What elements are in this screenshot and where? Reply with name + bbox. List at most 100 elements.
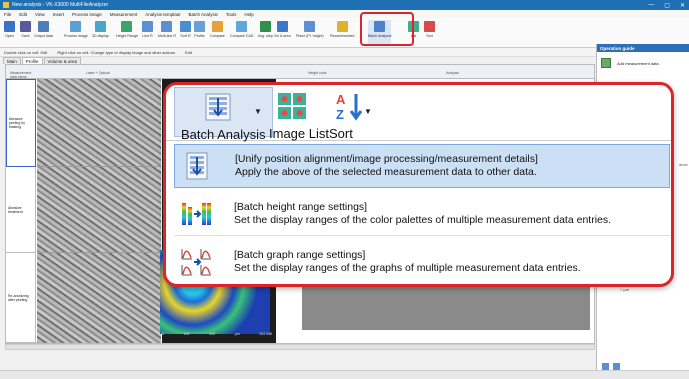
app-icon: [3, 2, 9, 8]
colormap-axis: 0 100 200 μm 202.348: [162, 332, 272, 336]
avg-step-icon: [259, 21, 271, 32]
save-icon: [20, 21, 31, 32]
recommended-icon: [336, 21, 348, 32]
output-data-icon: [37, 21, 49, 32]
maximize-button[interactable]: ▢: [664, 2, 670, 9]
microscope-image-3[interactable]: [37, 253, 161, 343]
guide-nav-arrows: [602, 363, 620, 370]
open-button[interactable]: Open: [4, 20, 15, 46]
profile-icon: [194, 21, 205, 32]
horizontal-scrollbar[interactable]: [5, 344, 595, 350]
batch-height-range-icon: [180, 199, 212, 229]
sort-icon: [424, 21, 435, 32]
height-range-icon: [121, 21, 133, 32]
vol-area-icon: [276, 21, 288, 32]
menu-tools[interactable]: Tools: [226, 12, 237, 17]
sort-az-icon: A Z: [335, 91, 365, 122]
window-controls: — ▢ ✕: [648, 0, 685, 10]
batch-analysis-icon: [203, 92, 233, 122]
3d-display-icon: [94, 21, 106, 32]
menu-item-title: [Batch height range settings]: [234, 200, 368, 213]
guide-item-add-data[interactable]: Add measurement data.: [597, 52, 689, 74]
process-image-icon: [70, 21, 82, 32]
tree-item[interactable]: □ μm: [620, 287, 629, 292]
image-list-icon: [277, 91, 307, 121]
row-header-1[interactable]: Abrasive peeling by blasting: [6, 79, 36, 167]
batch-graph-range-icon: [180, 247, 212, 277]
popup-sort-button[interactable]: A Z Sort: [329, 91, 365, 141]
open-icon: [4, 21, 15, 32]
line-r-button[interactable]: Line R: [142, 20, 153, 46]
edit-hint[interactable]: Edit: [185, 50, 192, 55]
row-header-2[interactable]: Abrasive treatment: [6, 167, 36, 253]
menu-insert[interactable]: Insert: [53, 12, 64, 17]
menu-item-desc: Set the display ranges of the graphs of …: [234, 262, 581, 274]
menu-bar: File Edit View Insert Process image Meas…: [0, 10, 689, 18]
menu-item-batch-graph-range[interactable]: [Batch graph range settings] Set the dis…: [174, 240, 670, 284]
compare-cad-icon: [236, 21, 248, 32]
row-header-3[interactable]: Re-anodizing after peeling: [6, 253, 36, 343]
minimize-button[interactable]: —: [648, 2, 654, 8]
batch-analysis-highlight: [360, 12, 414, 46]
tab-profile[interactable]: Profile: [21, 57, 43, 64]
line-r-icon: [142, 21, 153, 32]
output-data-button[interactable]: Output data: [34, 20, 53, 46]
popup-image-list-button[interactable]: Image List: [269, 91, 329, 141]
close-button[interactable]: ✕: [680, 2, 685, 9]
ribbon-toolbar: Open Save Output data Process image 3D d…: [0, 18, 689, 48]
col-header-analysis[interactable]: Analysis: [446, 71, 459, 75]
recommended-button[interactable]: Recommended: [330, 20, 354, 46]
arrow-up-icon[interactable]: [602, 363, 609, 370]
menu-view[interactable]: View: [35, 12, 45, 17]
operation-guide-title: Operation guide: [597, 44, 689, 52]
menu-item-title: [Unify position alignment/image processi…: [235, 153, 538, 165]
col-header-data-name[interactable]: Measurement data name: [10, 71, 36, 79]
menu-help[interactable]: Help: [244, 12, 253, 17]
hint-bar: Double click on cell: Edit Right click o…: [0, 48, 600, 57]
menu-measurement[interactable]: Measurement: [110, 12, 138, 17]
multi-line-r-button[interactable]: Multi-line R: [158, 20, 176, 46]
microscope-image-2[interactable]: [37, 167, 161, 253]
save-button[interactable]: Save: [20, 20, 31, 46]
guide-side-label: ance: [679, 162, 688, 167]
menu-process-image[interactable]: Process image: [72, 12, 102, 17]
title-bar: New analysis - VK-X3000 MultiFileAnalyze…: [0, 0, 689, 10]
plane-button[interactable]: Plane (Pl. height): [296, 20, 324, 46]
multi-line-r-icon: [161, 21, 173, 32]
tab-main[interactable]: Main: [3, 57, 21, 64]
grid-column-header: Measurement data name Laser + Optical He…: [6, 65, 594, 79]
arrow-down-icon[interactable]: [613, 363, 620, 370]
window-title: New analysis - VK-X3000 MultiFileAnalyze…: [12, 2, 109, 8]
menu-analysis-template[interactable]: Analysis template: [145, 12, 180, 17]
vol-area-button[interactable]: Vol & area: [274, 20, 291, 46]
menu-item-unify-settings[interactable]: [Unify position alignment/image processi…: [174, 144, 670, 188]
surf-r-button[interactable]: Surf R: [180, 20, 191, 46]
sort-caret-icon[interactable]: ▼: [364, 107, 372, 116]
menu-edit[interactable]: Edit: [19, 12, 27, 17]
menu-file[interactable]: File: [4, 12, 11, 17]
height-range-button[interactable]: Height Range: [116, 20, 138, 46]
surf-r-icon: [180, 21, 191, 32]
menu-batch-analysis[interactable]: Batch Analysis: [189, 12, 218, 17]
col-header-height-color[interactable]: Height color: [308, 71, 327, 75]
unify-settings-icon: [181, 151, 213, 181]
tab-volume-area[interactable]: Volume & area: [43, 57, 82, 64]
compare-icon: [211, 21, 223, 32]
svg-text:A: A: [336, 92, 346, 107]
menu-item-desc: Set the display ranges of the color pale…: [234, 213, 612, 226]
3d-display-button[interactable]: 3D display: [92, 20, 109, 46]
plane-icon: [304, 21, 316, 32]
avg-step-button[interactable]: Avg. step: [258, 20, 273, 46]
double-click-hint: Double click on cell: Edit: [4, 49, 48, 55]
compare-button[interactable]: Compare: [210, 20, 225, 46]
status-bar: [0, 370, 689, 379]
profile-button[interactable]: Profile: [194, 20, 205, 46]
compare-cad-button[interactable]: Compare CAD: [230, 20, 253, 46]
menu-item-batch-height-range[interactable]: [Batch height range settings] Set the di…: [174, 192, 670, 236]
add-data-icon: [601, 58, 611, 68]
batch-analysis-caret-icon[interactable]: ▼: [254, 107, 262, 116]
process-image-button[interactable]: Process image: [64, 20, 88, 46]
microscope-image-1[interactable]: [37, 79, 161, 167]
col-header-laser-optical[interactable]: Laser + Optical: [86, 71, 110, 75]
ribbon-sort-button[interactable]: Sort: [424, 20, 435, 46]
